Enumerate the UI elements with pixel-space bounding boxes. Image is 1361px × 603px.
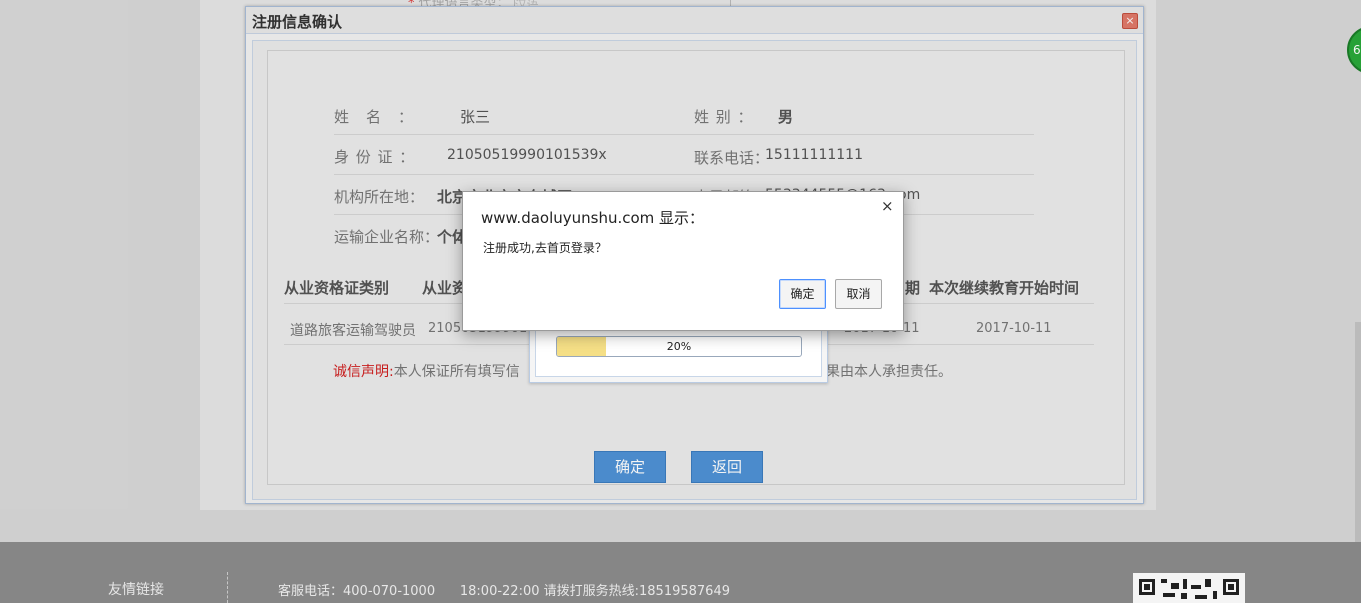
- alert-cancel-button[interactable]: 取消: [835, 279, 882, 309]
- progress-window: 20%: [529, 322, 828, 383]
- alert-ok-button[interactable]: 确定: [779, 279, 826, 309]
- progress-window-inner: 20%: [535, 325, 822, 377]
- alert-close-icon[interactable]: ×: [881, 197, 894, 215]
- alert-message: 注册成功,去首页登录？: [483, 241, 607, 255]
- browser-alert-dialog: www.daoluyunshu.com 显示： × 注册成功,去首页登录？ 确定…: [462, 191, 904, 331]
- progress-bar: 20%: [556, 336, 802, 357]
- progress-label: 20%: [666, 340, 692, 353]
- alert-heading: www.daoluyunshu.com 显示：: [481, 209, 705, 227]
